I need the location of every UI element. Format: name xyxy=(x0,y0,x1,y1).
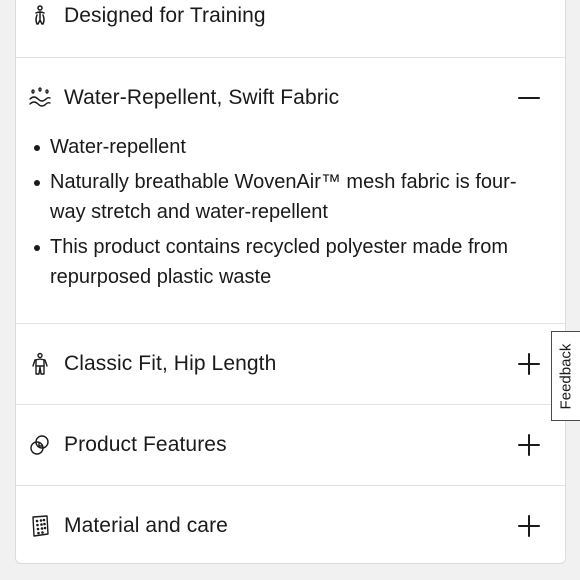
features-icon xyxy=(28,433,52,457)
accordion-section-fit: Classic Fit, Hip Length xyxy=(16,324,565,405)
product-details-accordion: Designed for Training Water-Repellent, S… xyxy=(15,0,566,564)
expand-plus-icon[interactable] xyxy=(517,514,541,538)
accordion-section-material: Material and care xyxy=(16,486,565,563)
list-item: Naturally breathable WovenAir™ mesh fabr… xyxy=(34,167,535,227)
accordion-header-material[interactable]: Material and care xyxy=(16,486,565,563)
accordion-section-features: Product Features xyxy=(16,405,565,486)
expand-plus-icon[interactable] xyxy=(517,433,541,457)
water-drops-icon xyxy=(28,86,52,110)
accordion-title: Product Features xyxy=(64,433,227,456)
accordion-section-training: Designed for Training xyxy=(16,0,565,58)
collapse-minus-icon[interactable] xyxy=(517,86,541,110)
accordion-body-fabric: Water-repellent Naturally breathable Wov… xyxy=(16,132,565,323)
feedback-tab[interactable]: Feedback xyxy=(551,331,580,421)
accordion-title: Classic Fit, Hip Length xyxy=(64,352,277,375)
training-figure-icon xyxy=(28,4,52,28)
list-item: Water-repellent xyxy=(34,132,535,162)
accordion-title: Designed for Training xyxy=(64,4,266,27)
fabric-swatch-icon xyxy=(28,514,52,538)
fabric-bullet-list: Water-repellent Naturally breathable Wov… xyxy=(34,132,535,292)
accordion-section-fabric: Water-Repellent, Swift Fabric Water-repe… xyxy=(16,58,565,324)
accordion-title: Material and care xyxy=(64,514,228,537)
accordion-header-fabric[interactable]: Water-Repellent, Swift Fabric xyxy=(16,58,565,138)
accordion-header-features[interactable]: Product Features xyxy=(16,405,565,485)
expand-plus-icon[interactable] xyxy=(517,352,541,376)
accordion-header-training[interactable]: Designed for Training xyxy=(16,0,565,57)
feedback-label: Feedback xyxy=(557,343,575,409)
fit-figure-icon xyxy=(28,352,52,376)
list-item: This product contains recycled polyester… xyxy=(34,232,535,292)
accordion-title: Water-Repellent, Swift Fabric xyxy=(64,86,340,109)
accordion-header-fit[interactable]: Classic Fit, Hip Length xyxy=(16,324,565,404)
